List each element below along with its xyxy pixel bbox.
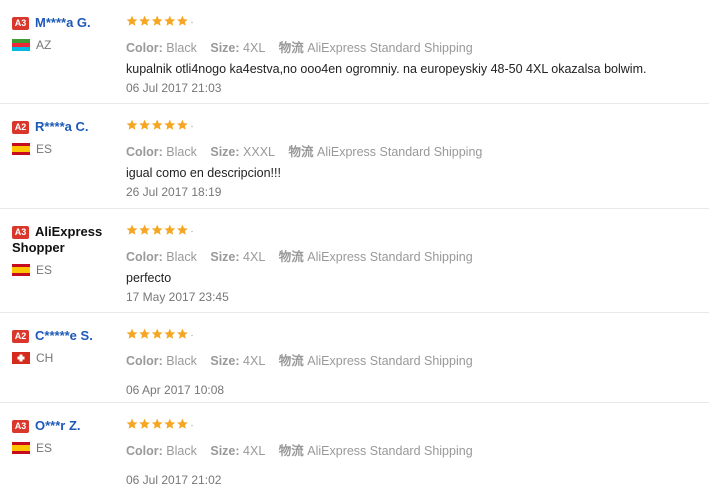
reviewer-country: AZ [12, 36, 117, 52]
reviewer-country: ES [12, 261, 117, 278]
reviewer-name[interactable]: M****a G. [35, 15, 91, 30]
country-code: AZ [36, 37, 52, 52]
reviewer-name[interactable]: O***r Z. [35, 418, 81, 433]
color-label: Color: [126, 444, 163, 458]
reviewer-name[interactable]: C*****e S. [35, 328, 93, 343]
rating-stars-icon [126, 418, 193, 429]
size-value: 4XL [243, 444, 266, 458]
review-text: kupalnik otli4nogo ka4estva,no ooo4en og… [126, 62, 647, 76]
buyer-level-badge: A2 [12, 120, 29, 134]
star-rating [126, 328, 696, 342]
size-value: 4XL [243, 354, 266, 368]
reviewer-info: A2 R****a C. ES [12, 119, 117, 156]
color-value: Black [166, 41, 197, 55]
order-info: Color: Black Size: 4XL 物流 AliExpress Sta… [126, 350, 696, 369]
buyer-level-badge: A2 [12, 329, 29, 343]
buyer-level-badge: A3 [12, 16, 29, 30]
color-value: Black [166, 444, 197, 458]
size-label: Size: [210, 444, 240, 458]
rating-stars-icon [126, 224, 193, 235]
rating-stars-icon [126, 15, 193, 26]
review-text: igual como en descripcion!!! [126, 166, 281, 180]
reviewer-country: CH [12, 349, 117, 365]
order-info: Color: Black Size: 4XL 物流 AliExpress Sta… [126, 246, 696, 265]
size-label: Size: [210, 354, 240, 368]
reviewer-country: ES [12, 140, 117, 156]
feedback-list: A3 M****a G. AZ Color: Black Size: 4XL 物流… [0, 0, 709, 503]
buyer-level-badge: A3 [12, 419, 29, 433]
country-code: ES [36, 141, 53, 156]
reviewer-name[interactable]: R****a C. [35, 119, 88, 134]
review-date: 06 Jul 2017 21:03 [126, 81, 222, 95]
color-label: Color: [126, 145, 163, 159]
rating-stars-icon [126, 119, 193, 130]
color-value: Black [166, 250, 197, 264]
star-rating [126, 15, 696, 29]
country-flag-icon [12, 142, 30, 155]
review-item: A2 C*****e S. CH Color: Black Size: 4XL 物… [0, 313, 709, 403]
size-value: 4XL [243, 250, 266, 264]
country-flag-icon [12, 351, 30, 364]
size-label: Size: [210, 41, 240, 55]
size-value: 4XL [243, 41, 266, 55]
order-info: Color: Black Size: 4XL 物流 AliExpress Sta… [126, 37, 696, 56]
star-rating [126, 418, 696, 432]
shipping-value: AliExpress Standard Shipping [307, 41, 473, 55]
reviewer-country: ES [12, 439, 117, 455]
buyer-level-badge: A3 [12, 225, 29, 239]
reviewer-info: A3 AliExpress Shopper ES [12, 224, 117, 278]
country-code: CH [36, 350, 54, 365]
review-body: Color: Black Size: 4XL 物流 AliExpress Sta… [126, 328, 696, 397]
color-value: Black [166, 145, 197, 159]
review-body: Color: Black Size: 4XL 物流 AliExpress Sta… [126, 15, 696, 95]
review-date: 06 Jul 2017 21:02 [126, 473, 222, 487]
review-date: 17 May 2017 23:45 [126, 290, 229, 304]
shipping-label: 物流 [278, 444, 304, 458]
review-body: Color: Black Size: 4XL 物流 AliExpress Sta… [126, 418, 696, 487]
country-code: ES [36, 440, 53, 455]
review-date: 26 Jul 2017 18:19 [126, 185, 222, 199]
country-flag-icon [12, 38, 30, 51]
review-text: perfecto [126, 271, 172, 285]
reviewer-info: A2 C*****e S. CH [12, 328, 117, 365]
review-item: A3 M****a G. AZ Color: Black Size: 4XL 物流… [0, 0, 709, 104]
order-info: Color: Black Size: 4XL 物流 AliExpress Sta… [126, 440, 696, 459]
shipping-label: 物流 [278, 354, 304, 368]
star-rating [126, 224, 696, 238]
reviewer-info: A3 O***r Z. ES [12, 418, 117, 455]
review-item: A2 R****a C. ES Color: Black Size: XXXL 物… [0, 104, 709, 209]
shipping-value: AliExpress Standard Shipping [307, 444, 473, 458]
review-body: Color: Black Size: 4XL 物流 AliExpress Sta… [126, 224, 696, 304]
shipping-value: AliExpress Standard Shipping [316, 145, 483, 159]
review-item: A3 O***r Z. ES Color: Black Size: 4XL 物流 … [0, 403, 709, 502]
country-flag-icon [12, 264, 30, 277]
color-label: Color: [126, 250, 163, 264]
color-label: Color: [126, 41, 163, 55]
size-label: Size: [210, 250, 240, 264]
shipping-label: 物流 [278, 250, 304, 264]
country-code: ES [36, 263, 53, 278]
shipping-value: AliExpress Standard Shipping [307, 354, 473, 368]
shipping-value: AliExpress Standard Shipping [307, 250, 473, 264]
shipping-label: 物流 [278, 41, 304, 55]
reviewer-info: A3 M****a G. AZ [12, 15, 117, 52]
review-item: A3 AliExpress Shopper ES Color: Black Siz… [0, 209, 709, 313]
review-body: Color: Black Size: XXXL 物流 AliExpress St… [126, 119, 696, 199]
shipping-label: 物流 [288, 145, 314, 159]
color-label: Color: [126, 354, 163, 368]
color-value: Black [166, 354, 197, 368]
rating-stars-icon [126, 328, 193, 339]
order-info: Color: Black Size: XXXL 物流 AliExpress St… [126, 141, 696, 160]
review-date: 06 Apr 2017 10:08 [126, 383, 225, 397]
size-value: XXXL [243, 145, 275, 159]
country-flag-icon [12, 441, 30, 454]
star-rating [126, 119, 696, 133]
size-label: Size: [210, 145, 240, 159]
